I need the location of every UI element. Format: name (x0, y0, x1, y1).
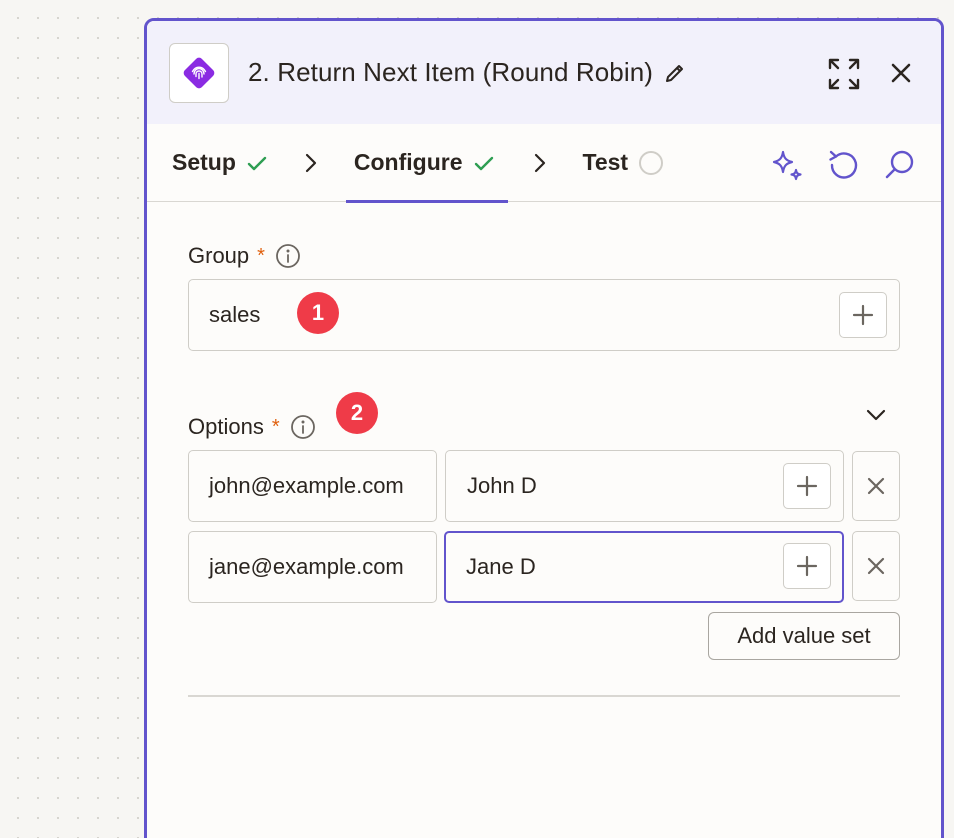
app-icon-tile (169, 42, 229, 103)
remove-option-button[interactable] (852, 531, 900, 601)
remove-option-button[interactable] (852, 451, 900, 521)
plus-icon (852, 304, 874, 326)
tab-configure[interactable]: Configure (345, 124, 508, 203)
add-value-set-button[interactable]: Add value set (708, 612, 900, 660)
step-editor-panel: 2. Return Next Item (Round Robin) Setup (144, 18, 944, 838)
pencil-icon[interactable] (663, 61, 687, 85)
close-icon (867, 477, 885, 495)
section-divider (188, 695, 900, 697)
annotation-badge-1: 1 (297, 292, 339, 334)
pending-circle-icon (638, 150, 664, 176)
chevron-right-icon (304, 153, 318, 173)
group-label-text: Group (188, 243, 250, 268)
option-key-value: john@example.com (209, 473, 404, 498)
tab-label: Test (582, 149, 629, 175)
step-tabs: Setup Configure Test (147, 124, 941, 203)
chevron-down-icon[interactable] (865, 408, 887, 422)
plus-icon (796, 555, 818, 577)
tab-setup[interactable]: Setup (172, 124, 268, 202)
option-insert-button[interactable] (783, 543, 831, 589)
option-value-text: John D (467, 473, 537, 498)
group-input[interactable]: sales (188, 279, 900, 351)
options-label-text: Options (188, 414, 264, 439)
option-key-input[interactable]: jane@example.com (188, 531, 437, 603)
required-asterisk: * (271, 415, 280, 438)
option-key-value: jane@example.com (209, 554, 404, 579)
expand-icon[interactable] (827, 57, 861, 91)
history-icon[interactable] (827, 148, 859, 182)
panel-title: 2. Return Next Item (Round Robin) (248, 57, 654, 87)
tab-test[interactable]: Test (583, 124, 665, 202)
options-field-label: Options * (188, 414, 316, 440)
info-icon[interactable] (290, 414, 316, 440)
option-value-text: Jane D (466, 554, 536, 579)
info-icon[interactable] (275, 243, 301, 269)
fingerprint-icon (183, 57, 215, 88)
option-key-input[interactable]: john@example.com (188, 450, 437, 522)
plus-icon (796, 475, 818, 497)
chevron-right-icon (533, 153, 547, 173)
group-input-value: sales (209, 302, 261, 327)
required-asterisk: * (257, 244, 265, 267)
search-icon[interactable] (883, 148, 917, 182)
option-insert-button[interactable] (783, 463, 831, 509)
check-icon (473, 152, 495, 174)
check-icon (246, 152, 268, 174)
tab-label: Setup (172, 149, 236, 175)
tab-label: Configure (353, 149, 463, 175)
sparkle-icon[interactable] (769, 148, 805, 184)
group-field-label: Group * (188, 243, 301, 269)
annotation-badge-2: 2 (336, 392, 378, 434)
group-insert-button[interactable] (839, 292, 887, 338)
panel-header: 2. Return Next Item (Round Robin) (147, 21, 941, 124)
close-icon[interactable] (890, 62, 912, 84)
close-icon (867, 557, 885, 575)
